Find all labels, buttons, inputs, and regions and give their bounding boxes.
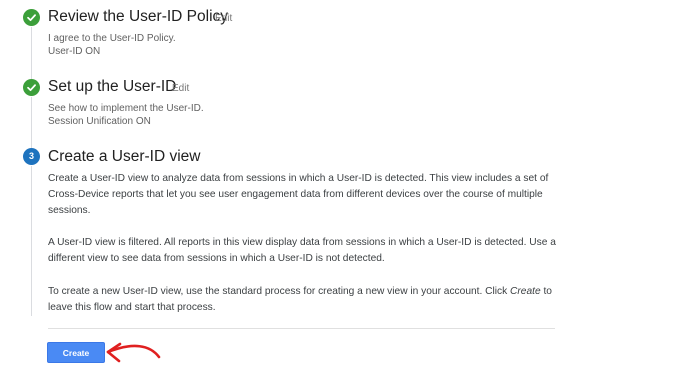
create-instructions-paragraph: To create a new User-ID view, use the st… bbox=[48, 284, 558, 316]
step-detail-text: I agree to the User-ID Policy. bbox=[48, 33, 176, 44]
step-number-badge: 3 bbox=[23, 148, 40, 165]
step-connector-line bbox=[31, 166, 32, 316]
check-circle-icon bbox=[23, 9, 40, 26]
red-arrow-icon bbox=[106, 342, 161, 363]
step-number: 3 bbox=[28, 151, 34, 161]
check-circle-icon bbox=[23, 79, 40, 96]
section-divider bbox=[48, 328, 555, 329]
step-title-create-view: Create a User-ID view bbox=[48, 148, 201, 165]
step-detail-text: See how to implement the User-ID. bbox=[48, 103, 204, 114]
step-connector-line bbox=[31, 27, 32, 79]
instructions-text: To create a new User-ID view, use the st… bbox=[48, 286, 511, 297]
edit-link-review-policy[interactable]: Edit bbox=[215, 13, 232, 25]
description-paragraph: Create a User-ID view to analyze data fr… bbox=[48, 173, 549, 217]
step-connector-line bbox=[31, 97, 32, 148]
edit-link-setup-user-id[interactable]: Edit bbox=[172, 83, 189, 95]
step-title-setup-user-id: Set up the User-ID bbox=[48, 78, 177, 95]
filter-note-paragraph: A User-ID view is filtered. All reports … bbox=[48, 237, 556, 265]
create-button[interactable]: Create bbox=[47, 342, 105, 363]
user-id-setup-page: Review the User-ID Policy Edit I agree t… bbox=[0, 0, 680, 370]
instructions-emphasis: Create bbox=[510, 286, 541, 297]
step-title-review-policy: Review the User-ID Policy bbox=[48, 8, 229, 25]
step-detail-status: Session Unification ON bbox=[48, 116, 151, 127]
step-detail-status: User-ID ON bbox=[48, 46, 101, 57]
